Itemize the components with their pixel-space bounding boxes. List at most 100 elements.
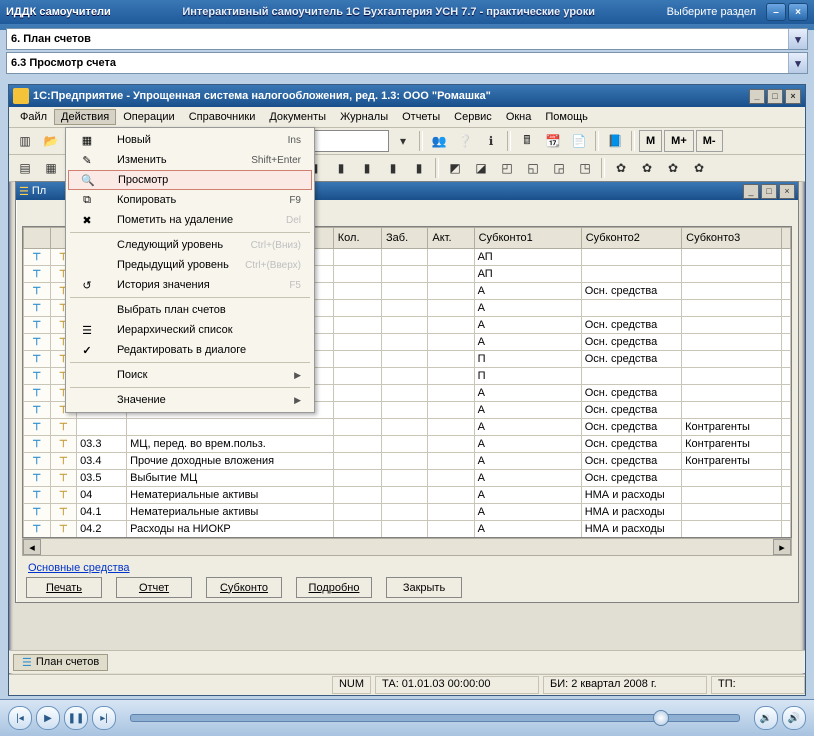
player-pause[interactable]: ❚❚ <box>64 706 88 730</box>
menu-windows[interactable]: Окна <box>499 109 539 125</box>
tb-help[interactable]: ❔ <box>453 129 477 153</box>
tb-users[interactable]: 👥 <box>427 129 451 153</box>
section-value: 6.3 Просмотр счета <box>11 57 116 69</box>
table-row[interactable]: ⊤⊤03.5Выбытие МЦАОсн. средства <box>24 470 791 487</box>
player-next[interactable]: ▸| <box>92 706 116 730</box>
app-icon <box>13 88 29 104</box>
actions-menu: ▦НовыйIns✎ИзменитьShift+Enter🔍Просмотр⧉К… <box>65 127 315 413</box>
table-row[interactable]: ⊤⊤04.1Нематериальные активыАНМА и расход… <box>24 504 791 521</box>
menu-refs[interactable]: Справочники <box>182 109 263 125</box>
tb2-q[interactable]: ◪ <box>469 156 493 180</box>
tb-arrow-down[interactable]: ▾ <box>391 129 415 153</box>
statusbar: NUM ТА: 01.01.03 00:00:00 БИ: 2 квартал … <box>9 674 805 695</box>
tb2-w[interactable]: ✿ <box>635 156 659 180</box>
tb-book[interactable]: 📘 <box>603 129 627 153</box>
doc-minimize[interactable]: _ <box>743 184 759 199</box>
inner-maximize-button[interactable]: □ <box>767 89 783 104</box>
menu-item-значение[interactable]: Значение▶ <box>68 390 312 410</box>
menu-help[interactable]: Помощь <box>538 109 595 125</box>
tb2-y[interactable]: ✿ <box>687 156 711 180</box>
status-tp: ТП: <box>711 676 805 694</box>
chapter-dropdown[interactable]: 6. План счетов ▾ <box>6 28 808 50</box>
menu-item-поиск[interactable]: Поиск▶ <box>68 365 312 385</box>
task-tab-plan-schetov[interactable]: ☰ План счетов <box>13 654 108 671</box>
table-row[interactable]: ⊤⊤03.4Прочие доходные вложенияАОсн. сред… <box>24 453 791 470</box>
inner-close-button[interactable]: × <box>785 89 801 104</box>
mem-mplus[interactable]: M+ <box>664 130 694 152</box>
player-bar: |◂ ▶ ❚❚ ▸| 🔉 🔊 <box>0 699 814 736</box>
outer-titlebar: ИДДК самоучители Интерактивный самоучите… <box>0 0 814 24</box>
tb2-s[interactable]: ◱ <box>521 156 545 180</box>
mem-mminus[interactable]: M- <box>696 130 723 152</box>
menu-item-изменить[interactable]: ✎ИзменитьShift+Enter <box>68 150 312 170</box>
status-ta: ТА: 01.01.03 00:00:00 <box>375 676 539 694</box>
menu-item-редактировать-в-диалоге[interactable]: ✓Редактировать в диалоге <box>68 340 312 360</box>
player-slider[interactable] <box>130 714 740 722</box>
horizontal-scrollbar[interactable]: ◂ ▸ <box>22 538 792 556</box>
tb-new[interactable]: ▥ <box>13 129 37 153</box>
tb2-t[interactable]: ◲ <box>547 156 571 180</box>
table-row[interactable]: ⊤⊤04.2Расходы на НИОКРАНМА и расходы <box>24 521 791 538</box>
scroll-left[interactable]: ◂ <box>23 539 41 555</box>
player-vol-up[interactable]: 🔊 <box>782 706 806 730</box>
tb2-p[interactable]: ◩ <box>443 156 467 180</box>
tb2-o[interactable]: ▮ <box>407 156 431 180</box>
menu-docs[interactable]: Документы <box>262 109 333 125</box>
table-row[interactable]: ⊤⊤04Нематериальные активыАНМА и расходы <box>24 487 791 504</box>
tb-open[interactable]: 📂 <box>39 129 63 153</box>
menu-file[interactable]: Файл <box>13 109 54 125</box>
outer-minimize-button[interactable]: – <box>766 3 786 21</box>
scroll-right[interactable]: ▸ <box>773 539 791 555</box>
menubar: Файл Действия Операции Справочники Докум… <box>9 107 805 128</box>
tb-calc[interactable]: 🖩 <box>515 129 539 153</box>
link-osnovnye-sredstva[interactable]: Основные средства <box>28 562 130 574</box>
tb2-a[interactable]: ▤ <box>13 156 37 180</box>
table-row[interactable]: ⊤⊤03.3МЦ, перед. во врем.польз.АОсн. сре… <box>24 436 791 453</box>
outer-close-button[interactable]: × <box>788 3 808 21</box>
tb-doc[interactable]: 📄 <box>567 129 591 153</box>
btn-detail[interactable]: Подробно <box>296 577 372 598</box>
section-dropdown[interactable]: 6.3 Просмотр счета ▾ <box>6 52 808 74</box>
table-row[interactable]: ⊤⊤АОсн. средстваКонтрагенты <box>24 419 791 436</box>
btn-print[interactable]: Печать <box>26 577 102 598</box>
doc-close[interactable]: × <box>779 184 795 199</box>
app-name: ИДДК самоучители <box>6 6 111 18</box>
tb2-v[interactable]: ✿ <box>609 156 633 180</box>
doc-title: Пл <box>32 185 46 197</box>
tb2-l[interactable]: ▮ <box>329 156 353 180</box>
tb2-m[interactable]: ▮ <box>355 156 379 180</box>
app-titlebar: 1С:Предприятие - Упрощенная система нало… <box>9 85 805 107</box>
mem-m[interactable]: M <box>639 130 662 152</box>
tb2-u[interactable]: ◳ <box>573 156 597 180</box>
inner-minimize-button[interactable]: _ <box>749 89 765 104</box>
tb2-n[interactable]: ▮ <box>381 156 405 180</box>
menu-item-иерархический-список[interactable]: ☰Иерархический список <box>68 320 312 340</box>
tb2-x[interactable]: ✿ <box>661 156 685 180</box>
menu-item-просмотр[interactable]: 🔍Просмотр <box>68 170 312 190</box>
menu-actions[interactable]: Действия <box>54 109 116 125</box>
menu-reports[interactable]: Отчеты <box>395 109 447 125</box>
inner-taskbar: ☰ План счетов <box>9 650 805 673</box>
slider-thumb[interactable] <box>653 710 669 726</box>
menu-item-выбрать-план-счетов: Выбрать план счетов <box>68 300 312 320</box>
menu-item-копировать[interactable]: ⧉КопироватьF9 <box>68 190 312 210</box>
player-vol-down[interactable]: 🔉 <box>754 706 778 730</box>
menu-item-история-значения: ↺История значенияF5 <box>68 275 312 295</box>
btn-report[interactable]: Отчет <box>116 577 192 598</box>
btn-subkonto[interactable]: Субконто <box>206 577 282 598</box>
player-prev[interactable]: |◂ <box>8 706 32 730</box>
menu-service[interactable]: Сервис <box>447 109 499 125</box>
chevron-down-icon: ▾ <box>788 53 807 73</box>
tb2-r[interactable]: ◰ <box>495 156 519 180</box>
menu-operations[interactable]: Операции <box>116 109 181 125</box>
app-title: 1С:Предприятие - Упрощенная система нало… <box>33 90 491 102</box>
tb2-b[interactable]: ▦ <box>39 156 63 180</box>
tb-date[interactable]: 📆 <box>541 129 565 153</box>
menu-item-новый[interactable]: ▦НовыйIns <box>68 130 312 150</box>
player-play[interactable]: ▶ <box>36 706 60 730</box>
app-window: 1С:Предприятие - Упрощенная система нало… <box>8 84 806 696</box>
doc-maximize[interactable]: □ <box>761 184 777 199</box>
tb-info[interactable]: ℹ <box>479 129 503 153</box>
menu-journals[interactable]: Журналы <box>333 109 395 125</box>
btn-close[interactable]: Закрыть <box>386 577 462 598</box>
